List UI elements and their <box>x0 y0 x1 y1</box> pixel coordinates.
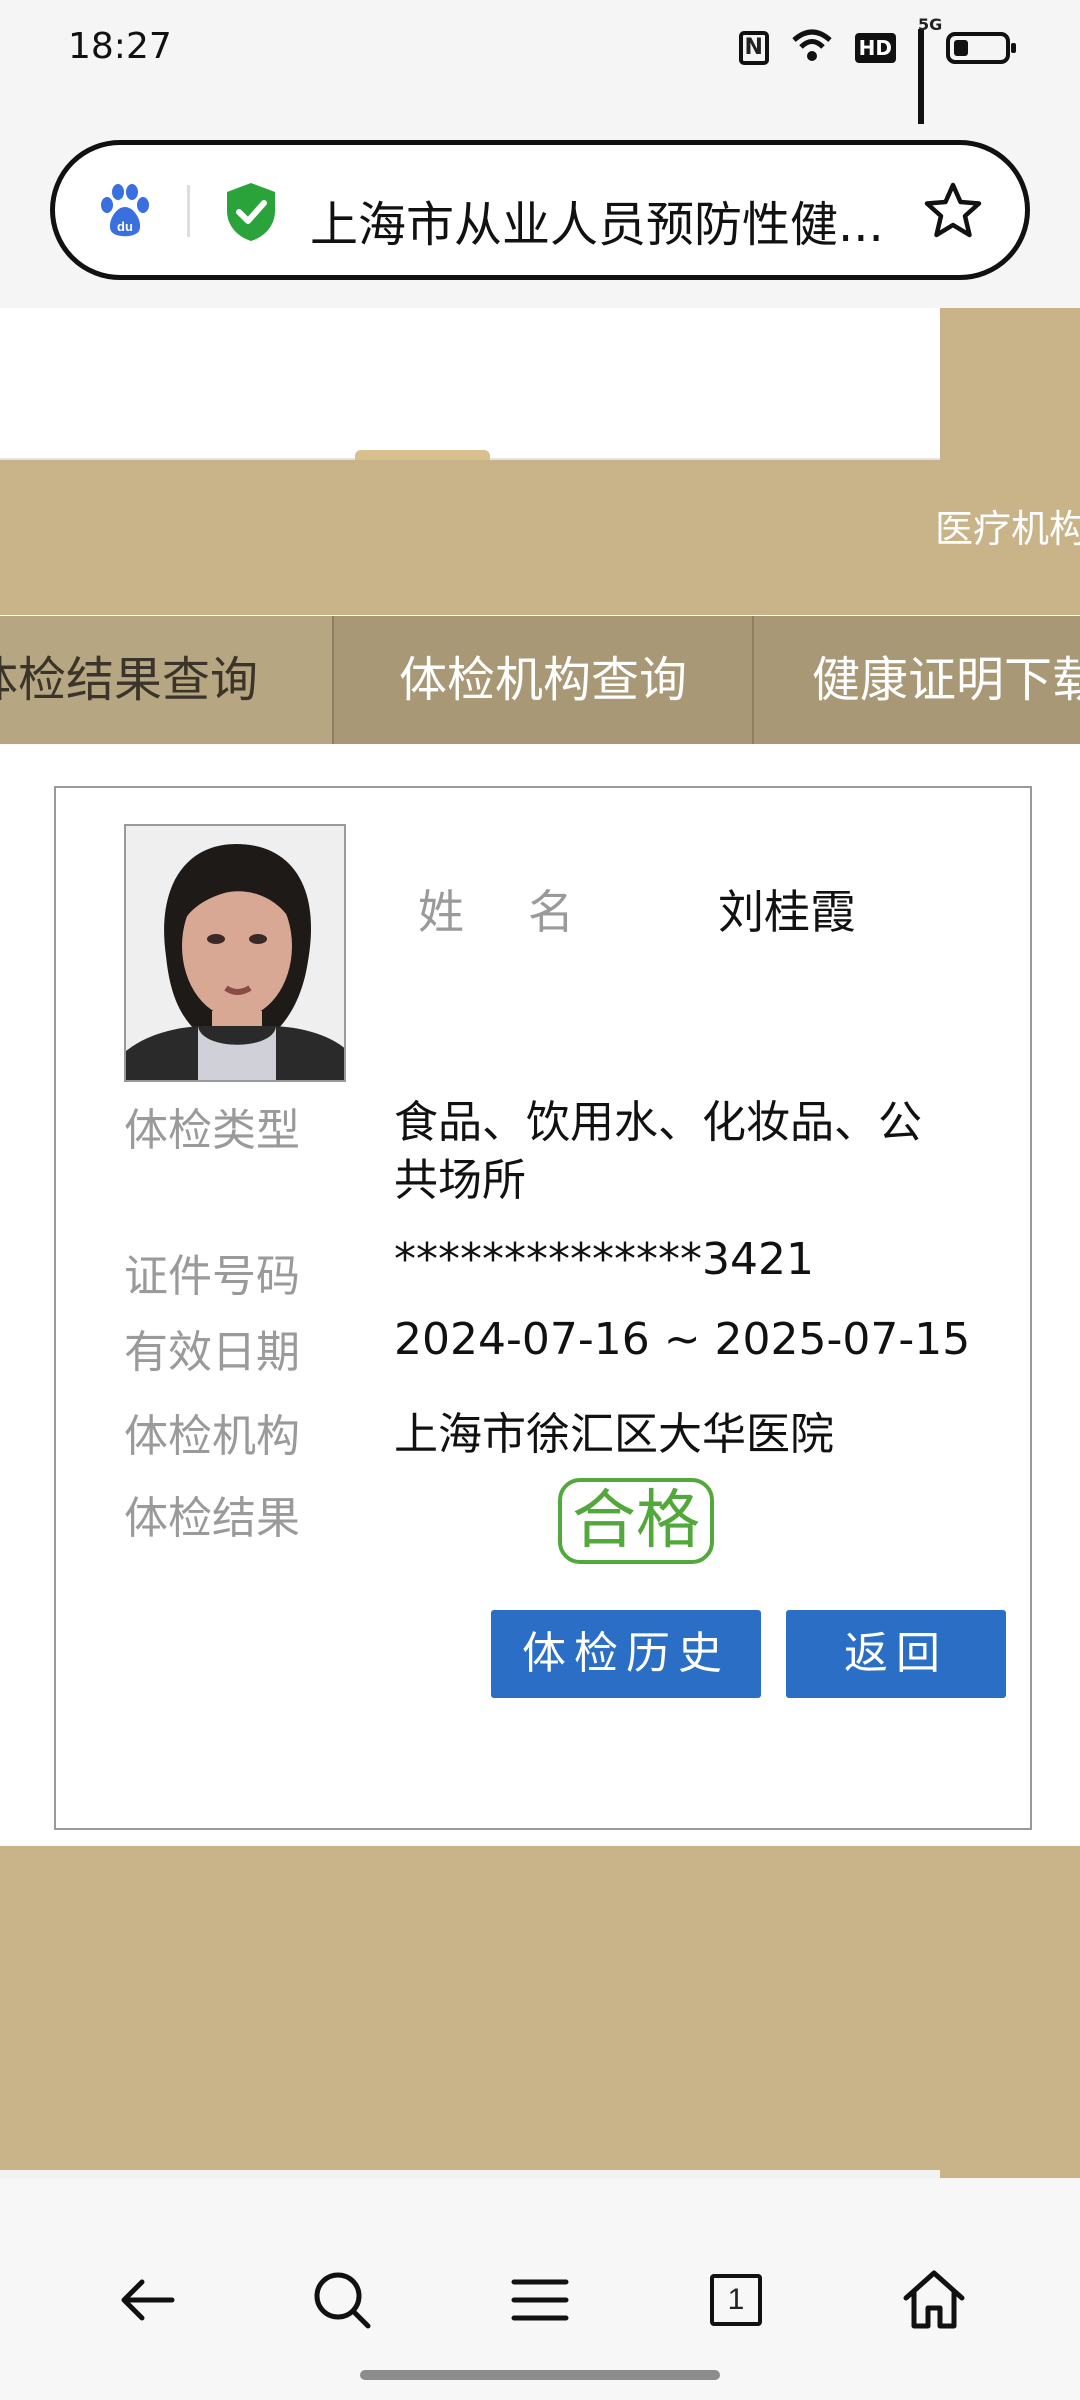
back-icon[interactable] <box>110 2264 182 2336</box>
validity-value: 2024-07-16 ~ 2025-07-15 <box>394 1314 971 1365</box>
network-label: 5G <box>918 15 943 34</box>
institution-value: 上海市徐汇区大华医院 <box>394 1409 834 1460</box>
id-photo <box>124 824 346 1082</box>
5g-signal-icon: 5G <box>918 15 942 124</box>
battery-icon <box>946 32 1016 64</box>
menu-icon[interactable] <box>504 2264 576 2336</box>
exam-history-button[interactable]: 体检历史 <box>491 1610 761 1698</box>
nav-separator <box>752 616 754 744</box>
site-banner <box>0 308 940 460</box>
main-nav: 体检结果查询 体检机构查询 健康证明下载 <box>0 616 1080 744</box>
footer-edge <box>0 2170 940 2178</box>
status-time: 18:27 <box>68 26 172 67</box>
tabs-count: 1 <box>710 2274 762 2326</box>
address-bar[interactable]: du 上海市从业人员预防性健... <box>50 140 1030 280</box>
footer-band <box>0 1846 1080 2178</box>
id-number-label: 证件号码 <box>124 1251 300 1302</box>
status-bar: 18:27 N HD 5G <box>0 0 1080 124</box>
home-indicator[interactable] <box>360 2370 720 2380</box>
result-label: 体检结果 <box>124 1493 300 1544</box>
exam-type-label: 体检类型 <box>124 1105 300 1156</box>
wifi-icon <box>791 28 833 68</box>
header-band <box>0 460 1080 615</box>
medical-institution-link[interactable]: 医疗机构 <box>935 498 1080 553</box>
bookmark-star-icon[interactable] <box>923 181 983 241</box>
page-title[interactable]: 上海市从业人员预防性健... <box>310 185 900 255</box>
banner-decoration <box>940 308 1080 460</box>
name-label: 姓名 <box>418 885 638 939</box>
exam-type-value: 食品、饮用水、化妆品、公共场所 <box>394 1097 922 1206</box>
svg-text:du: du <box>117 219 133 234</box>
nav-item-institution-query[interactable]: 体检机构查询 <box>334 616 752 744</box>
secure-shield-icon[interactable] <box>223 181 279 243</box>
result-card: 姓名 刘桂霞 体检类型 食品、饮用水、化妆品、公共场所 证件号码 *******… <box>54 786 1032 1830</box>
web-content: 医疗机构 体检结果查询 体检机构查询 健康证明下载 姓名 刘桂霞 体检类型 <box>0 308 1080 2178</box>
name-value: 刘桂霞 <box>718 885 856 939</box>
hd-icon: HD <box>854 33 896 63</box>
home-icon[interactable] <box>898 2264 970 2336</box>
status-icons: N HD 5G <box>738 15 1016 124</box>
nfc-icon: N <box>738 31 769 65</box>
baidu-paw-icon[interactable]: du <box>97 183 153 239</box>
result-stamp: 合格 <box>558 1478 714 1564</box>
search-icon[interactable] <box>306 2264 378 2336</box>
validity-label: 有效日期 <box>124 1327 300 1378</box>
institution-label: 体检机构 <box>124 1411 300 1462</box>
back-button[interactable]: 返回 <box>786 1610 1006 1698</box>
nav-item-result-query[interactable]: 体检结果查询 <box>0 616 332 744</box>
url-separator <box>187 185 190 237</box>
id-number-value: **************3421 <box>394 1234 814 1285</box>
tabs-icon[interactable]: 1 <box>700 2264 772 2336</box>
browser-toolbar: 1 <box>0 2180 1080 2400</box>
nav-item-certificate-download[interactable]: 健康证明下载 <box>812 616 1080 744</box>
